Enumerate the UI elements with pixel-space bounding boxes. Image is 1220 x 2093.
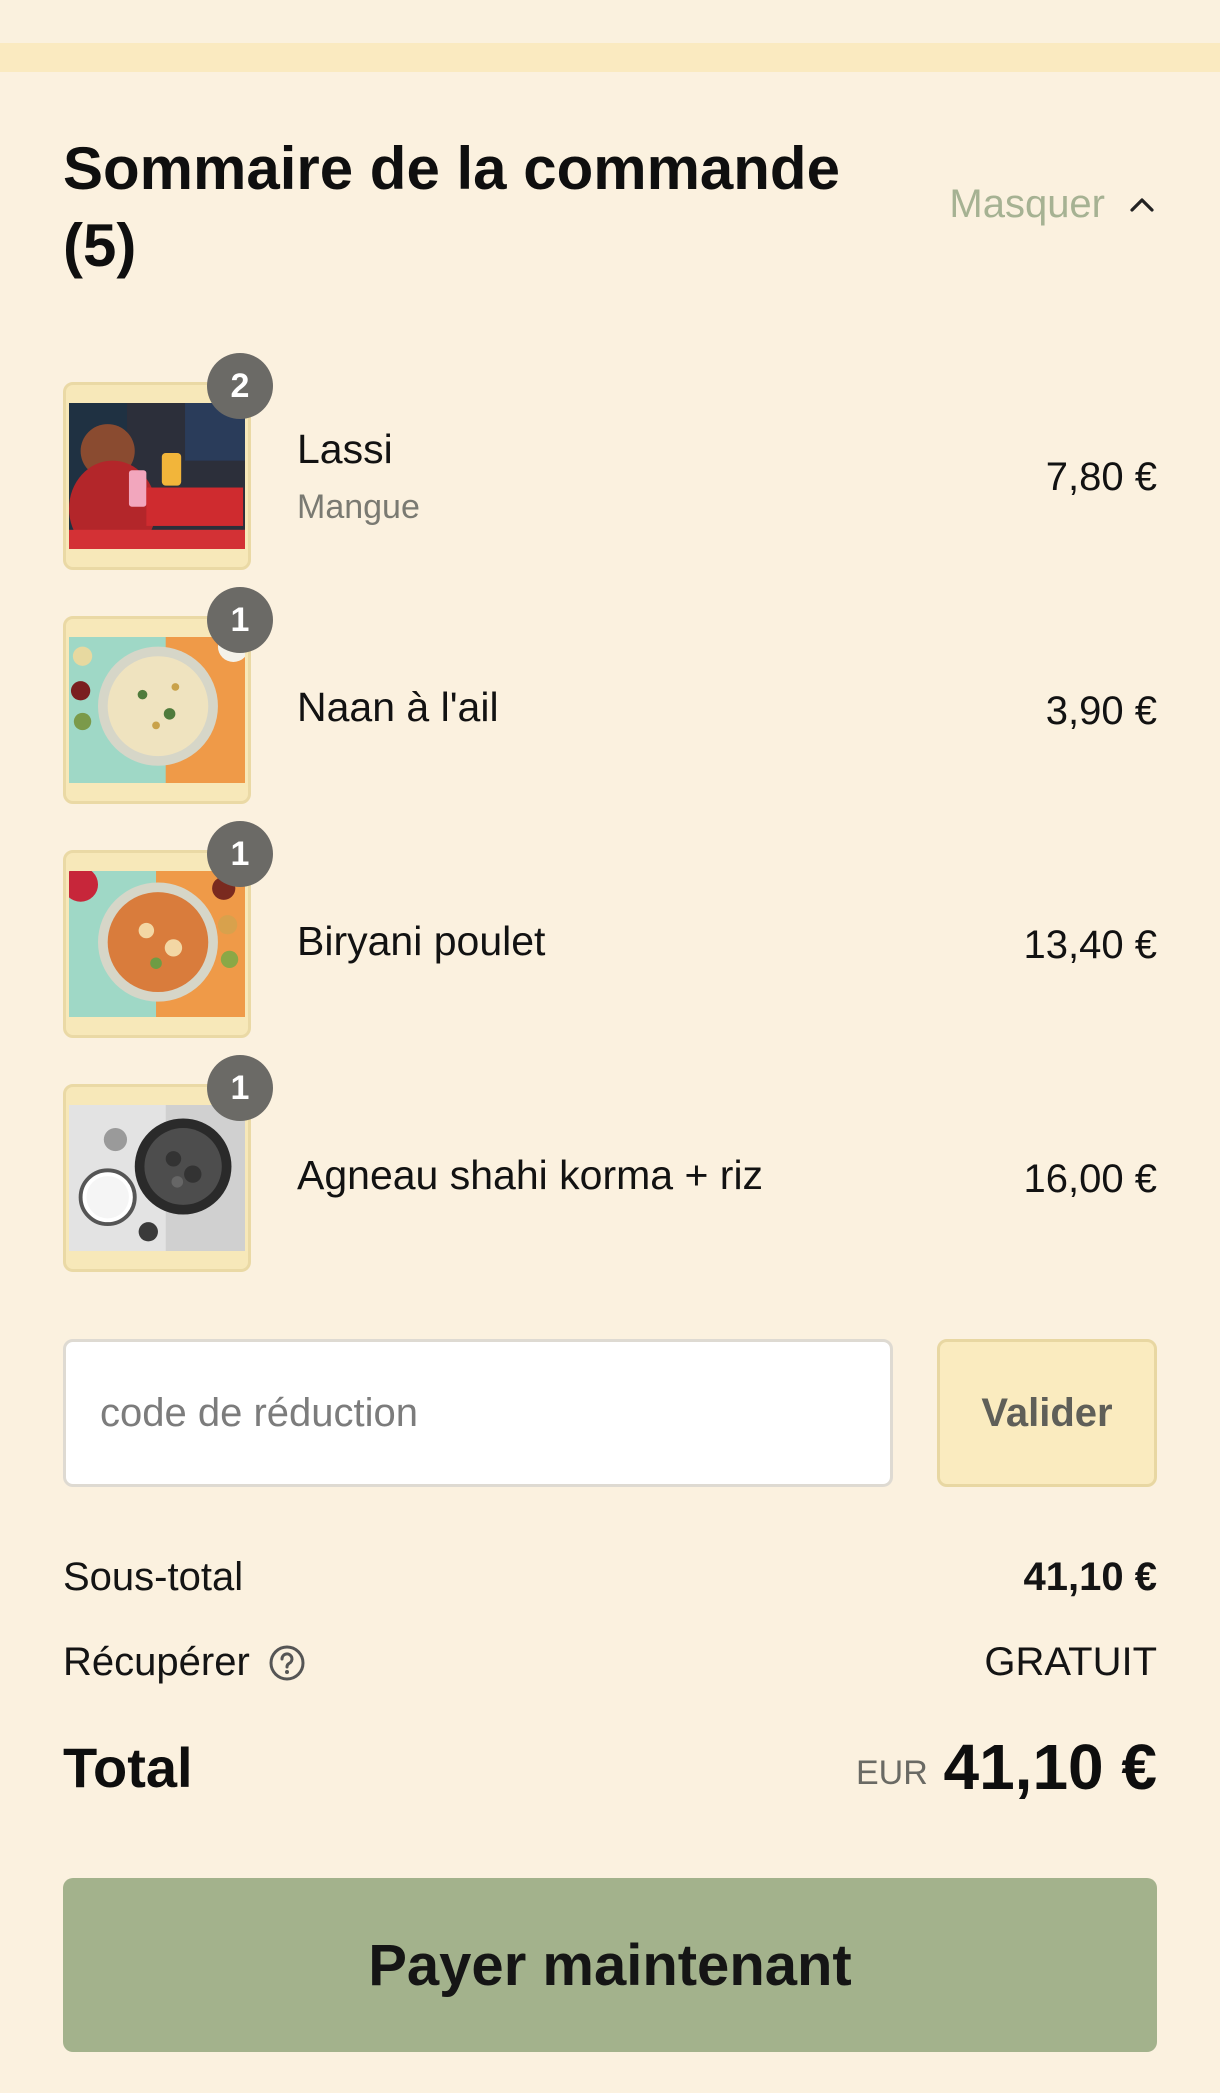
order-summary-header: Sommaire de la commande (5) Masquer: [63, 130, 1157, 284]
pickup-value: GRATUIT: [984, 1640, 1157, 1684]
help-circle-icon[interactable]: [268, 1644, 306, 1682]
lamb-korma-rice-image: [69, 1105, 245, 1251]
total-amount: 41,10 €: [943, 1731, 1157, 1803]
order-item: 1 Biryani poulet 13,40 €: [63, 821, 1157, 1040]
item-name: Biryani poulet: [297, 918, 546, 964]
subtotal-value: 41,10 €: [1023, 1555, 1157, 1599]
item-variant: Mangue: [297, 488, 420, 526]
pickup-row: Récupérer GRATUIT: [63, 1640, 1157, 1700]
item-price: 7,80 €: [1045, 455, 1157, 499]
item-thumbnail: 2: [63, 353, 273, 570]
item-thumbnail: 1: [63, 821, 273, 1038]
order-item: 1 Naan à l'ail 3,90 €: [63, 587, 1157, 806]
order-item: 1 Agneau shahi korma + riz 16,00 €: [63, 1055, 1157, 1274]
item-name: Naan à l'ail: [297, 684, 499, 730]
discount-code-input[interactable]: [63, 1339, 893, 1487]
item-price: 3,90 €: [1045, 689, 1157, 733]
chicken-biryani-image: [69, 871, 245, 1017]
lassi-poster-image: [69, 403, 245, 549]
subtotal-row: Sous-total 41,10 €: [63, 1555, 1157, 1615]
quantity-badge: 1: [207, 587, 273, 653]
total-currency: EUR: [856, 1754, 928, 1792]
top-band: [0, 0, 1220, 43]
hide-summary-label: Masquer: [949, 182, 1105, 226]
pay-now-button[interactable]: Payer maintenant: [63, 1878, 1157, 2052]
quantity-badge: 1: [207, 1055, 273, 1121]
item-name: Lassi: [297, 426, 393, 472]
subtotal-label: Sous-total: [63, 1555, 244, 1599]
quantity-badge: 1: [207, 821, 273, 887]
total-label: Total: [63, 1736, 193, 1799]
quantity-badge: 2: [207, 353, 273, 419]
item-name: Agneau shahi korma + riz: [297, 1152, 764, 1198]
order-summary-title: Sommaire de la commande (5): [63, 135, 840, 279]
hide-summary-toggle[interactable]: Masquer: [949, 182, 1157, 227]
pickup-label-group: Récupérer: [63, 1640, 306, 1685]
pickup-label: Récupérer: [63, 1640, 250, 1684]
item-price: 13,40 €: [1023, 923, 1157, 967]
item-thumbnail: 1: [63, 1055, 273, 1272]
validate-discount-button[interactable]: Valider: [937, 1339, 1157, 1487]
garlic-naan-image: [69, 637, 245, 783]
item-price: 16,00 €: [1023, 1157, 1157, 1201]
top-strip: [0, 43, 1220, 72]
item-thumbnail: 1: [63, 587, 273, 804]
chevron-up-icon: [1127, 190, 1157, 220]
order-item: 2 Lassi Mangue 7,80 €: [63, 353, 1157, 572]
